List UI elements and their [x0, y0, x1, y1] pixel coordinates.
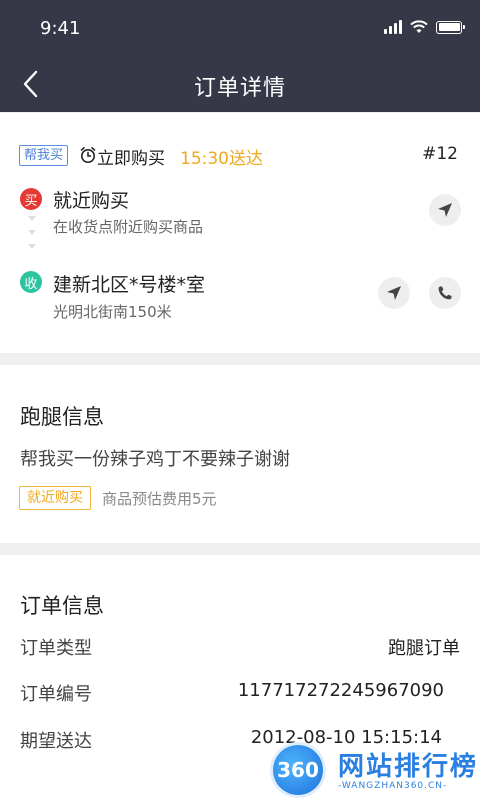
expected-delivery-label: 期望送达 — [20, 731, 92, 752]
route-connector — [28, 216, 36, 266]
order-info-title: 订单信息 — [20, 594, 104, 618]
buy-badge: 买 — [20, 188, 42, 210]
phone-icon — [438, 286, 452, 300]
dropoff-title: 建新北区*号楼*室 — [53, 274, 206, 296]
order-number: #12 — [422, 144, 458, 164]
call-button[interactable] — [429, 277, 461, 309]
alarm-clock-icon — [80, 147, 96, 163]
dropoff-navigate-button[interactable] — [378, 277, 410, 309]
wifi-icon — [410, 20, 428, 33]
pickup-subtitle: 在收货点附近购买商品 — [53, 218, 204, 236]
battery-icon — [436, 20, 465, 34]
watermark-url: -WANGZHAN360.CN- — [338, 781, 448, 791]
order-type-value: 跑腿订单 — [388, 638, 460, 659]
order-type-tag: 帮我买 — [19, 145, 69, 166]
navigation-arrow-icon — [387, 286, 401, 300]
page-title: 订单详情 — [193, 76, 286, 101]
status-time: 9:41 — [40, 18, 81, 39]
watermark-logo: 360 — [270, 742, 326, 798]
errand-info-title: 跑腿信息 — [20, 405, 104, 429]
watermark: 360 网站排行榜 -WANGZHAN360.CN- — [264, 738, 480, 800]
order-id-value: 117717272245967090 — [237, 680, 444, 701]
navigation-arrow-icon — [438, 203, 452, 217]
order-type-label: 订单类型 — [20, 638, 92, 659]
deliver-time: 15:30送达 — [180, 149, 263, 169]
header-bar: 9:41 订单详情 — [0, 0, 480, 112]
buy-mode: 立即购买 — [97, 149, 165, 169]
order-id-label: 订单编号 — [20, 684, 92, 705]
receive-badge: 收 — [20, 271, 42, 293]
watermark-text: 网站排行榜 — [338, 752, 479, 782]
signal-icon — [384, 20, 402, 34]
errand-description: 帮我买一份辣子鸡丁不要辣子谢谢 — [20, 449, 290, 470]
pickup-title: 就近购买 — [53, 190, 130, 212]
pickup-navigate-button[interactable] — [429, 194, 461, 226]
status-icons — [384, 20, 465, 34]
estimated-fee: 商品预估费用5元 — [102, 490, 217, 508]
dropoff-subtitle: 光明北街南150米 — [53, 303, 172, 321]
purchase-type-tag: 就近购买 — [19, 486, 91, 510]
